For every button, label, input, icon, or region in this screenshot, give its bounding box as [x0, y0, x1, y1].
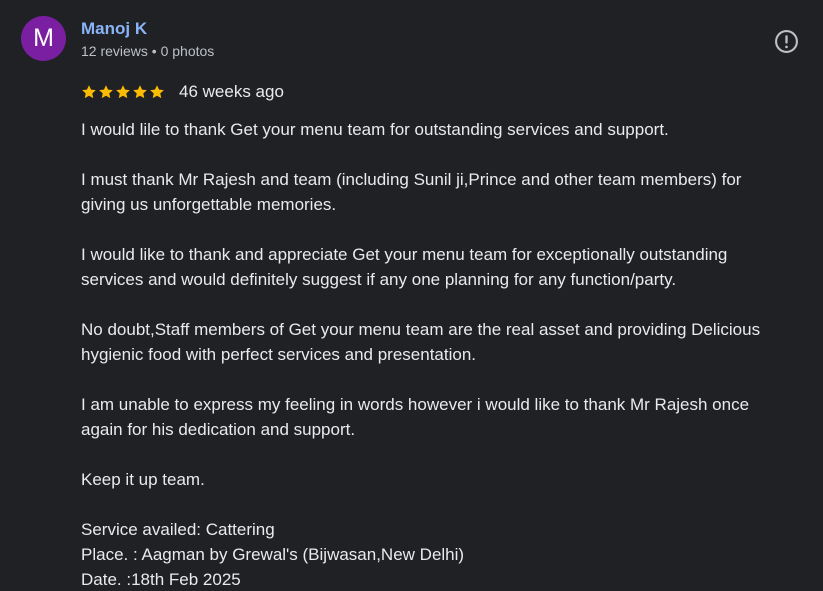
review-line: I am unable to express my feeling in wor…: [81, 395, 750, 414]
review-line: hygienic food with perfect services and …: [81, 345, 477, 364]
star-icon: [99, 85, 113, 99]
service-line: Service availed: Cattering: [81, 520, 275, 539]
star-icon: [133, 85, 147, 99]
review-line: giving us unforgettable memories.: [81, 195, 337, 214]
review-line: Keep it up team.: [81, 470, 205, 489]
review-card: M Manoj K 12 reviews • 0 photos 46 weeks…: [0, 0, 823, 591]
review-paragraph: I must thank Mr Rajesh and team (includi…: [81, 167, 811, 217]
star-icon: [82, 85, 96, 99]
exclamation-circle-icon: [775, 30, 798, 53]
review-date: 46 weeks ago: [179, 82, 284, 101]
review-details: Service availed: Cattering Place. : Aagm…: [81, 517, 811, 591]
review-line: I would lile to thank Get your menu team…: [81, 120, 669, 139]
review-line: services and would definitely suggest if…: [81, 270, 677, 289]
avatar[interactable]: M: [21, 16, 66, 61]
avatar-initial: M: [33, 24, 54, 52]
star-rating: [81, 84, 165, 100]
review-line: again for his dedication and support.: [81, 420, 356, 439]
review-paragraph: I would like to thank and appreciate Get…: [81, 242, 811, 292]
review-line: No doubt,Staff members of Get your menu …: [81, 320, 761, 339]
star-icon: [150, 85, 164, 99]
review-paragraph: I would lile to thank Get your menu team…: [81, 117, 811, 142]
review-paragraph: Keep it up team.: [81, 467, 811, 492]
rating-row: 46 weeks ago: [81, 80, 284, 104]
date-line: Date. :18th Feb 2025: [81, 570, 241, 589]
review-paragraph: No doubt,Staff members of Get your menu …: [81, 317, 811, 367]
author-name[interactable]: Manoj K: [81, 19, 147, 39]
star-icon: [116, 85, 130, 99]
review-line: I must thank Mr Rajesh and team (includi…: [81, 170, 742, 189]
place-line: Place. : Aagman by Grewal's (Bijwasan,Ne…: [81, 545, 465, 564]
review-line: I would like to thank and appreciate Get…: [81, 245, 728, 264]
report-button[interactable]: [774, 29, 799, 54]
review-text: I would lile to thank Get your menu team…: [81, 117, 811, 591]
author-meta: 12 reviews • 0 photos: [81, 43, 215, 59]
review-paragraph: I am unable to express my feeling in wor…: [81, 392, 811, 442]
